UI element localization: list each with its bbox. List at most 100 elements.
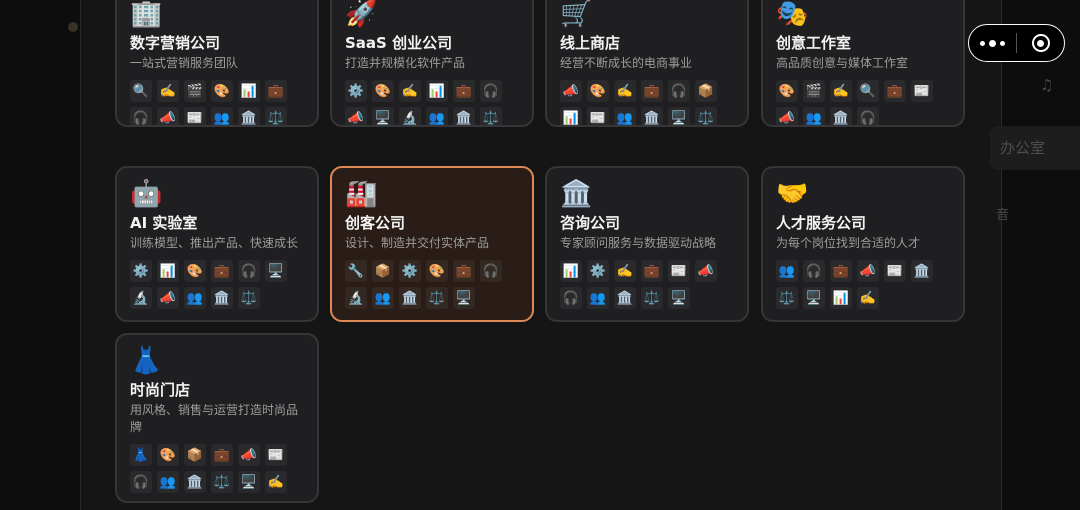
role-icon: 📣 bbox=[695, 260, 717, 282]
card-description: 为每个岗位找到合适的人才 bbox=[776, 236, 921, 250]
role-icon-list: ⚙️ 📊 🎨 💼 🎧 🖥️ 🔬 📣 👥 🏛️ ⚖️ bbox=[130, 260, 310, 309]
card-emoji-icon: 🛒 bbox=[560, 0, 593, 29]
role-icon: 👥 bbox=[803, 107, 825, 125]
role-icon: 📊 bbox=[426, 80, 448, 102]
role-icon: 🏛️ bbox=[641, 107, 663, 125]
template-card[interactable]: 🚀 SaaS 创业公司 打造并规模化软件产品 ⚙️ 🎨 ✍️ 📊 💼 🎧 📣 🖥️ 🔬 👥 🏛️ ⚖️ bbox=[330, 0, 534, 127]
role-icon: 📰 bbox=[668, 260, 690, 282]
card-title: 线上商店 bbox=[560, 34, 621, 52]
role-icon: 🔬 bbox=[399, 107, 421, 125]
card-title: 数字营销公司 bbox=[130, 34, 221, 52]
role-icon: 📰 bbox=[884, 260, 906, 282]
role-icon-list: 🔍✍️🎬🎨📊💼🎧📣📰👥🏛️⚖️🖥️ bbox=[130, 80, 310, 125]
role-icon: 🎨 bbox=[372, 80, 394, 102]
role-icon-list: 👥 🎧 💼 📣 📰 🏛️ ⚖️ 🖥️ 📊 ✍️ bbox=[776, 260, 956, 309]
template-card[interactable]: 🏛️ 咨询公司 专家顾问服务与数据驱动战略 📊 ⚙️ ✍️ 💼 📰 📣 🎧 👥 🏛️ ⚖️ 🖥️ bbox=[545, 166, 749, 322]
role-icon-list: 📣 🎨 ✍️ 💼 🎧 📦 📊 📰 👥 🏛️ 🖥️ ⚖️ bbox=[560, 80, 740, 125]
role-icon: 🎧 bbox=[857, 107, 879, 125]
role-icon-list: 👗 🎨 📦 💼 📣 📰 🎧 👥 🏛️ ⚖️ 🖥️ ✍️ bbox=[130, 444, 310, 493]
role-icon: 📣 bbox=[857, 260, 879, 282]
card-description: 设计、制造并交付实体产品 bbox=[345, 236, 490, 250]
role-icon: 👥 bbox=[776, 260, 798, 282]
role-icon: 📰 bbox=[265, 444, 287, 466]
role-icon: 👥 bbox=[211, 107, 233, 125]
role-icon: ⚖️ bbox=[480, 107, 502, 125]
role-icon: ⚖️ bbox=[776, 287, 798, 309]
role-icon: ✍️ bbox=[399, 80, 421, 102]
role-icon: 👥 bbox=[157, 471, 179, 493]
role-icon: 📣 bbox=[345, 107, 367, 125]
role-icon: 🏛️ bbox=[211, 287, 233, 309]
role-icon: ⚖️ bbox=[211, 471, 233, 493]
role-icon-list: ⚙️ 🎨 ✍️ 📊 💼 🎧 📣 🖥️ 🔬 👥 🏛️ ⚖️ bbox=[345, 80, 525, 125]
role-icon: 📣 bbox=[238, 444, 260, 466]
role-icon: 🔍 bbox=[857, 80, 879, 102]
card-description: 高品质创意与媒体工作室 bbox=[776, 56, 909, 70]
role-icon: ⚖️ bbox=[265, 107, 287, 125]
role-icon: 📊 bbox=[560, 107, 582, 125]
card-emoji-icon: 🏛️ bbox=[560, 179, 593, 209]
template-card[interactable]: 🏭 创客公司 设计、制造并交付实体产品 🔧 📦 ⚙️ 🎨 💼 🎧 🔬 👥 🏛️ ⚖️ 🖥️ bbox=[330, 166, 534, 322]
role-icon: 🎨 bbox=[776, 80, 798, 102]
role-icon: 💼 bbox=[211, 444, 233, 466]
template-card[interactable]: 🤖 AI 实验室 训练模型、推出产品、快速成长 ⚙️ 📊 🎨 💼 🎧 🖥️ 🔬 📣 👥 🏛️ ⚖️ bbox=[115, 166, 319, 322]
role-icon: 🖥️ bbox=[453, 287, 475, 309]
role-icon: ⚙️ bbox=[130, 260, 152, 282]
role-icon: 🎬 bbox=[184, 80, 206, 102]
card-emoji-icon: 🏢 bbox=[130, 0, 163, 29]
role-icon: 💼 bbox=[830, 260, 852, 282]
role-icon: ⚖️ bbox=[695, 107, 717, 125]
card-emoji-icon: 🤖 bbox=[130, 179, 163, 209]
role-icon: 🏛️ bbox=[911, 260, 933, 282]
role-icon: 🏛️ bbox=[184, 471, 206, 493]
role-icon: 💼 bbox=[641, 260, 663, 282]
close-button[interactable] bbox=[1017, 34, 1064, 52]
card-emoji-icon: 👗 bbox=[130, 346, 163, 376]
role-icon: 📰 bbox=[184, 107, 206, 125]
role-icon: 📣 bbox=[776, 107, 798, 125]
card-description: 经营不断成长的电商事业 bbox=[560, 56, 693, 70]
template-card[interactable]: 👗 时尚门店 用风格、销售与运营打造时尚品牌 👗 🎨 📦 💼 📣 📰 🎧 👥 🏛️ ⚖️ 🖥️ ✍️ bbox=[115, 333, 319, 503]
background-dot bbox=[68, 22, 78, 32]
role-icon: 🖥️ bbox=[668, 107, 690, 125]
role-icon: 💼 bbox=[884, 80, 906, 102]
role-icon: 📊 bbox=[560, 260, 582, 282]
role-icon: 👥 bbox=[587, 287, 609, 309]
card-title: 创客公司 bbox=[345, 214, 406, 232]
role-icon: 🏛️ bbox=[830, 107, 852, 125]
card-title: 咨询公司 bbox=[560, 214, 621, 232]
role-icon: 🎨 bbox=[426, 260, 448, 282]
template-card[interactable]: 🤝 人才服务公司 为每个岗位找到合适的人才 👥 🎧 💼 📣 📰 🏛️ ⚖️ 🖥️ 📊 ✍️ bbox=[761, 166, 965, 322]
card-title: 创意工作室 bbox=[776, 34, 852, 52]
role-icon: 📊 bbox=[238, 80, 260, 102]
card-title: SaaS 创业公司 bbox=[345, 34, 453, 52]
role-icon: 📦 bbox=[695, 80, 717, 102]
role-icon: 📊 bbox=[157, 260, 179, 282]
role-icon: 👥 bbox=[614, 107, 636, 125]
card-description: 训练模型、推出产品、快速成长 bbox=[130, 236, 299, 250]
role-icon: 🏛️ bbox=[399, 287, 421, 309]
background-note: 音 bbox=[996, 208, 1010, 223]
role-icon: 📊 bbox=[830, 287, 852, 309]
role-icon: ✍️ bbox=[265, 471, 287, 493]
role-icon: ⚙️ bbox=[399, 260, 421, 282]
background-music-icon: ♫ bbox=[1040, 76, 1054, 94]
role-icon-list: 📊 ⚙️ ✍️ 💼 📰 📣 🎧 👥 🏛️ ⚖️ 🖥️ bbox=[560, 260, 740, 309]
template-card[interactable]: 🏢数字营销公司一站式营销服务团队🔍✍️🎬🎨📊💼🎧📣📰👥🏛️⚖️🖥️ bbox=[115, 0, 319, 127]
role-icon: ✍️ bbox=[857, 287, 879, 309]
card-emoji-icon: 🎭 bbox=[776, 0, 809, 29]
role-icon: ⚙️ bbox=[345, 80, 367, 102]
role-icon: 💼 bbox=[453, 260, 475, 282]
role-icon: ⚖️ bbox=[426, 287, 448, 309]
role-icon: 🖥️ bbox=[238, 471, 260, 493]
role-icon: 🎧 bbox=[480, 80, 502, 102]
template-card[interactable]: 🎭 创意工作室 高品质创意与媒体工作室 🎨 🎬 ✍️ 🔍 💼 📰 📣 👥 🏛️ 🎧 bbox=[761, 0, 965, 127]
role-icon: 🎧 bbox=[130, 471, 152, 493]
template-card[interactable]: 🛒 线上商店 经营不断成长的电商事业 📣 🎨 ✍️ 💼 🎧 📦 📊 📰 👥 🏛️ 🖥️ ⚖️ bbox=[545, 0, 749, 127]
role-icon: 👥 bbox=[372, 287, 394, 309]
role-icon: 🔬 bbox=[345, 287, 367, 309]
role-icon: 💼 bbox=[641, 80, 663, 102]
more-options-button[interactable] bbox=[969, 39, 1016, 47]
role-icon: 🎧 bbox=[560, 287, 582, 309]
role-icon: 💼 bbox=[265, 80, 287, 102]
